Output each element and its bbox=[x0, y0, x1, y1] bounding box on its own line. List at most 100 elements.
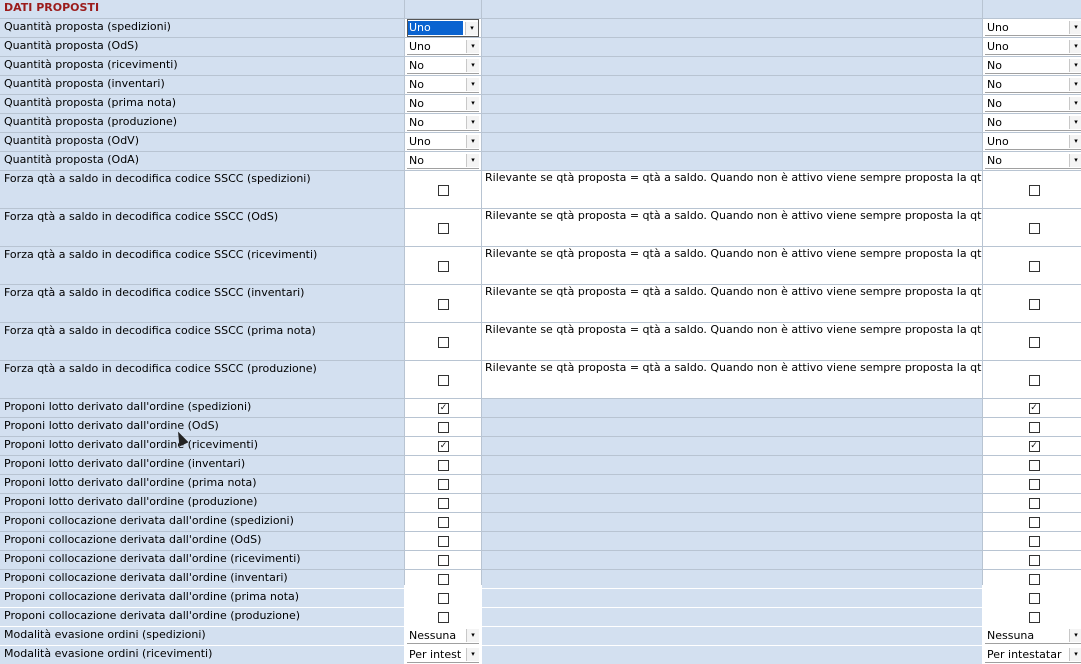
checkbox[interactable] bbox=[438, 498, 449, 509]
header-description-cell bbox=[482, 0, 982, 18]
value-dropdown[interactable]: Uno ▾ bbox=[407, 39, 479, 55]
chevron-down-icon[interactable]: ▾ bbox=[1069, 154, 1081, 167]
value-dropdown[interactable]: No ▾ bbox=[407, 153, 479, 169]
value-dropdown[interactable]: No ▾ bbox=[407, 96, 479, 112]
value-dropdown[interactable]: Uno ▾ bbox=[407, 19, 479, 37]
checkbox[interactable] bbox=[438, 222, 449, 234]
checkbox[interactable] bbox=[1028, 374, 1040, 386]
value-cell: Uno ▾ bbox=[405, 38, 481, 56]
chevron-down-icon[interactable]: ▾ bbox=[466, 59, 479, 72]
chevron-down-icon[interactable]: ▾ bbox=[1069, 629, 1081, 642]
chevron-down-icon[interactable]: ▾ bbox=[466, 154, 479, 167]
chevron-down-icon[interactable]: ▾ bbox=[1069, 59, 1081, 72]
chevron-down-icon[interactable]: ▾ bbox=[466, 135, 479, 148]
value-dropdown[interactable]: Nessuna ▾ bbox=[985, 628, 1081, 644]
checkbox[interactable]: ✓ bbox=[438, 441, 449, 452]
value-dropdown[interactable]: No ▾ bbox=[407, 115, 479, 131]
value-cell bbox=[405, 209, 481, 246]
dropdown-value: No bbox=[987, 153, 1002, 167]
checkbox[interactable] bbox=[1028, 422, 1040, 433]
row-label: Forza qtà a saldo in decodifica codice S… bbox=[0, 247, 404, 284]
chevron-down-icon[interactable]: ▾ bbox=[1069, 97, 1081, 110]
checkbox[interactable] bbox=[438, 336, 449, 348]
value-dropdown[interactable]: No ▾ bbox=[407, 58, 479, 74]
value-dropdown[interactable]: No ▾ bbox=[985, 96, 1081, 112]
default-value-cell: No ▾ bbox=[983, 152, 1081, 170]
checkbox[interactable] bbox=[1028, 260, 1040, 272]
checkbox[interactable]: ✓ bbox=[1028, 403, 1040, 414]
section-title: DATI PROPOSTI bbox=[0, 0, 404, 18]
row-label: Forza qtà a saldo in decodifica codice S… bbox=[0, 171, 404, 208]
checkbox[interactable] bbox=[1028, 612, 1040, 623]
chevron-down-icon[interactable]: ▾ bbox=[1069, 116, 1081, 129]
value-cell bbox=[405, 456, 481, 474]
chevron-down-icon[interactable]: ▾ bbox=[466, 78, 479, 91]
value-dropdown[interactable]: Nessuna ▾ bbox=[407, 628, 479, 644]
row-label: Proponi lotto derivato dall'ordine (prod… bbox=[0, 494, 404, 512]
value-dropdown[interactable]: Uno ▾ bbox=[407, 134, 479, 150]
chevron-down-icon[interactable]: ▾ bbox=[465, 21, 478, 35]
value-dropdown[interactable]: No ▾ bbox=[985, 115, 1081, 131]
checkbox[interactable]: ✓ bbox=[1028, 441, 1040, 452]
chevron-down-icon[interactable]: ▾ bbox=[466, 40, 479, 53]
value-dropdown[interactable]: No ▾ bbox=[985, 58, 1081, 74]
checkbox[interactable] bbox=[1028, 593, 1040, 604]
checkbox[interactable] bbox=[1028, 536, 1040, 547]
dropdown-value: Per intest bbox=[409, 647, 462, 661]
checkbox[interactable]: ✓ bbox=[438, 403, 449, 414]
value-dropdown[interactable]: No ▾ bbox=[407, 77, 479, 93]
value-dropdown[interactable]: No ▾ bbox=[985, 153, 1081, 169]
checkbox[interactable] bbox=[1028, 479, 1040, 490]
value-cell: No ▾ bbox=[405, 114, 481, 132]
checkbox[interactable] bbox=[438, 593, 449, 604]
checkbox[interactable] bbox=[1028, 517, 1040, 528]
value-dropdown[interactable]: Per intest ▾ bbox=[407, 647, 479, 663]
checkbox[interactable] bbox=[1028, 222, 1040, 234]
chevron-down-icon[interactable]: ▾ bbox=[1069, 40, 1081, 53]
row-label: Forza qtà a saldo in decodifica codice S… bbox=[0, 323, 404, 360]
chevron-down-icon[interactable]: ▾ bbox=[466, 629, 479, 642]
chevron-down-icon[interactable]: ▾ bbox=[466, 648, 479, 661]
default-value-cell: Nessuna ▾ bbox=[983, 627, 1081, 645]
value-cell bbox=[405, 608, 481, 626]
checkbox[interactable] bbox=[1028, 555, 1040, 566]
header-value-cell bbox=[405, 0, 481, 18]
checkbox[interactable] bbox=[438, 298, 449, 310]
row-label: Forza qtà a saldo in decodifica codice S… bbox=[0, 285, 404, 322]
checkbox[interactable] bbox=[438, 479, 449, 490]
value-dropdown[interactable]: Uno ▾ bbox=[985, 20, 1081, 36]
checkbox[interactable] bbox=[1028, 184, 1040, 196]
chevron-down-icon[interactable]: ▾ bbox=[466, 97, 479, 110]
checkbox[interactable] bbox=[1028, 498, 1040, 509]
checkbox[interactable] bbox=[438, 422, 449, 433]
default-value-cell bbox=[983, 475, 1081, 493]
value-dropdown[interactable]: Uno ▾ bbox=[985, 39, 1081, 55]
description-cell bbox=[482, 513, 982, 531]
value-cell bbox=[405, 532, 481, 550]
checkbox[interactable] bbox=[438, 374, 449, 386]
row-label: Quantità proposta (OdA) bbox=[0, 152, 404, 170]
checkbox[interactable] bbox=[438, 460, 449, 471]
chevron-down-icon[interactable]: ▾ bbox=[1069, 648, 1081, 661]
chevron-down-icon[interactable]: ▾ bbox=[466, 116, 479, 129]
value-dropdown[interactable]: Uno ▾ bbox=[985, 134, 1081, 150]
checkbox[interactable] bbox=[1028, 298, 1040, 310]
checkbox[interactable] bbox=[438, 555, 449, 566]
chevron-down-icon[interactable]: ▾ bbox=[1069, 135, 1081, 148]
checkbox[interactable] bbox=[438, 536, 449, 547]
checkbox[interactable] bbox=[438, 574, 449, 585]
checkbox[interactable] bbox=[438, 517, 449, 528]
checkbox[interactable] bbox=[1028, 336, 1040, 348]
value-dropdown[interactable]: No ▾ bbox=[985, 77, 1081, 93]
checkbox[interactable] bbox=[438, 184, 449, 196]
description-cell bbox=[482, 627, 982, 645]
checkbox[interactable] bbox=[1028, 574, 1040, 585]
description-cell bbox=[482, 133, 982, 151]
checkbox[interactable] bbox=[438, 612, 449, 623]
checkbox[interactable] bbox=[438, 260, 449, 272]
chevron-down-icon[interactable]: ▾ bbox=[1069, 21, 1081, 34]
chevron-down-icon[interactable]: ▾ bbox=[1069, 78, 1081, 91]
checkbox[interactable] bbox=[1028, 460, 1040, 471]
value-dropdown[interactable]: Per intestatar ▾ bbox=[985, 647, 1081, 663]
value-cell bbox=[405, 494, 481, 512]
